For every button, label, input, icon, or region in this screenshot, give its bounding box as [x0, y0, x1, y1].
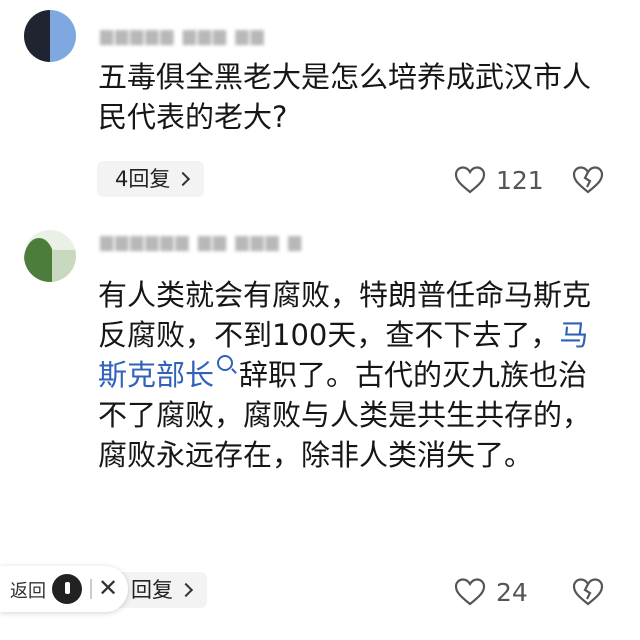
avatar[interactable] — [24, 230, 76, 282]
broken-heart-icon[interactable] — [572, 165, 604, 195]
reply-label: 4回复 — [115, 167, 171, 191]
chevron-right-icon — [178, 582, 194, 598]
back-label[interactable]: 返回 — [10, 577, 46, 603]
video-thumbnail-icon[interactable] — [52, 574, 82, 604]
broken-heart-icon[interactable] — [572, 577, 604, 607]
like-count: 24 — [496, 578, 528, 607]
back-overlay[interactable]: 返回 ✕ — [0, 566, 128, 612]
close-icon[interactable]: ✕ — [98, 574, 118, 602]
comment-meta-blurred: ▆▆▆▆▆ ▆▆▆ ▆▆ — [100, 26, 266, 46]
comment-text: 有人类就会有腐败，特朗普任命马斯克反腐败，不到100天，查不下去了，马斯克部长辞… — [98, 275, 608, 475]
avatar[interactable] — [24, 10, 76, 62]
comment-1: ▆▆▆▆▆ ▆▆▆ ▆▆ 五毒俱全黑老大是怎么培养成武汉市人民代表的老大? 4回… — [0, 0, 640, 215]
reply-button[interactable]: 4回复 — [97, 161, 205, 197]
like-count: 121 — [496, 166, 544, 195]
heart-outline-icon[interactable] — [454, 165, 486, 195]
comment-text: 五毒俱全黑老大是怎么培养成武汉市人民代表的老大? — [98, 60, 592, 134]
comment-meta-blurred: ▆▆▆▆▆▆ ▆▆ ▆▆▆ ▆ — [100, 232, 304, 252]
comment-text-part1: 有人类就会有腐败，特朗普任命马斯克反腐败，不到100天，查不下去了， — [98, 278, 592, 352]
search-icon[interactable] — [217, 355, 234, 371]
heart-outline-icon[interactable] — [454, 577, 486, 607]
reply-label: 回复 — [131, 578, 173, 602]
divider — [90, 579, 92, 599]
chevron-right-icon — [176, 171, 191, 187]
